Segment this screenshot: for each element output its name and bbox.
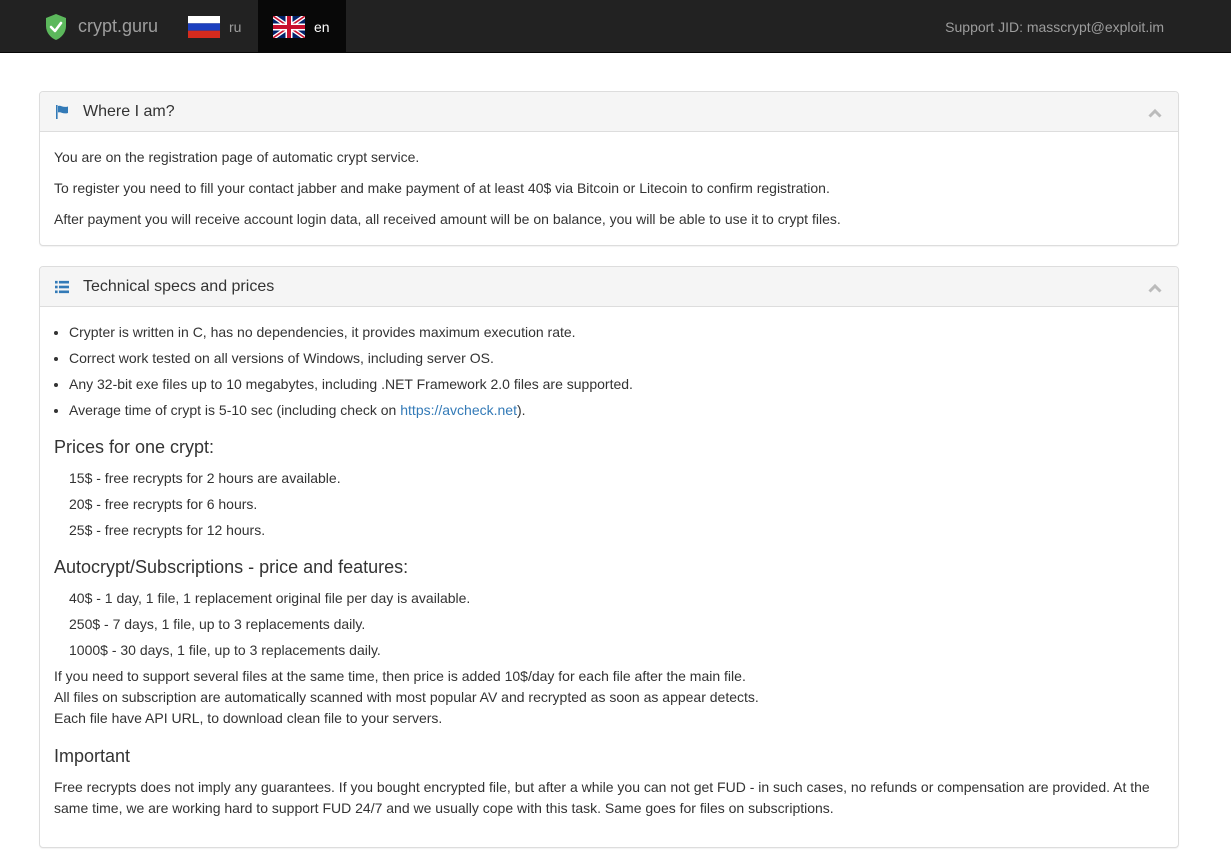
- list-item: Crypter is written in C, has no dependen…: [69, 322, 1164, 342]
- payment-text: After payment you will receive account l…: [54, 211, 841, 227]
- language-ru-link[interactable]: ru: [188, 0, 241, 53]
- language-en-link[interactable]: en: [258, 0, 346, 53]
- subscription-note: All files on subscription are automatica…: [54, 689, 759, 705]
- panel-title: Where I am?: [83, 102, 175, 120]
- language-ru-label: ru: [229, 18, 242, 35]
- russia-flag-icon: [188, 15, 220, 38]
- uk-flag-icon: [273, 15, 305, 38]
- subscription-note: If you need to support several files at …: [54, 668, 746, 684]
- subscription-item: 250$ - 7 days, 1 file, up to 3 replaceme…: [69, 616, 366, 632]
- price-item: 15$ - free recrypts for 2 hours are avai…: [69, 470, 341, 486]
- avcheck-link[interactable]: https://avcheck.net: [400, 402, 517, 418]
- crypt-time-text: Average time of crypt is 5-10 sec (inclu…: [69, 402, 401, 418]
- specs-list: Crypter is written in C, has no dependen…: [54, 322, 1164, 420]
- where-i-am-heading[interactable]: Where I am?: [40, 92, 1178, 132]
- language-en-label: en: [314, 18, 330, 35]
- brand-name: crypt.guru: [78, 16, 159, 36]
- subscription-item: 40$ - 1 day, 1 file, 1 replacement origi…: [69, 590, 471, 606]
- technical-specs-body: Crypter is written in C, has no dependen…: [40, 307, 1178, 834]
- chevron-up-icon[interactable]: [1148, 280, 1162, 296]
- prices-heading: Prices for one crypt:: [54, 437, 215, 457]
- autocrypt-heading: Autocrypt/Subscriptions - price and feat…: [54, 557, 409, 577]
- crypt-time-suffix: ).: [516, 402, 526, 418]
- list-item: Correct work tested on all versions of W…: [69, 348, 1164, 368]
- chevron-up-icon[interactable]: [1148, 105, 1162, 121]
- price-item: 20$ - free recrypts for 6 hours.: [69, 496, 258, 512]
- register-text: To register you need to fill your contac…: [54, 180, 830, 196]
- subscription-item: 1000$ - 30 days, 1 file, up to 3 replace…: [69, 642, 381, 658]
- support-jid: Support JID: masscrypt@exploit.im: [945, 18, 1164, 35]
- price-item: 25$ - free recrypts for 12 hours.: [69, 522, 266, 538]
- shield-check-icon: [44, 13, 68, 41]
- important-heading: Important: [54, 746, 131, 766]
- technical-specs-heading[interactable]: Technical specs and prices: [40, 267, 1178, 307]
- important-text: Free recrypts does not imply any guarant…: [54, 779, 1150, 816]
- panel-title: Technical specs and prices: [83, 277, 275, 295]
- flag-icon: [55, 104, 69, 119]
- list-icon: [55, 280, 69, 294]
- where-i-am-panel: Where I am? You are on the registration …: [39, 91, 1179, 246]
- intro-text: You are on the registration page of auto…: [54, 149, 420, 165]
- list-item: Any 32-bit exe files up to 10 megabytes,…: [69, 374, 1164, 394]
- subscription-note: Each file have API URL, to download clea…: [54, 710, 443, 726]
- top-navbar: crypt.guru ru en Support JID: masscrypt@…: [0, 0, 1231, 53]
- brand-link[interactable]: crypt.guru: [44, 0, 158, 53]
- where-i-am-body: You are on the registration page of auto…: [40, 132, 1178, 244]
- list-item: Average time of crypt is 5-10 sec (inclu…: [69, 400, 1164, 420]
- technical-specs-panel: Technical specs and prices Crypter is wr…: [39, 266, 1179, 848]
